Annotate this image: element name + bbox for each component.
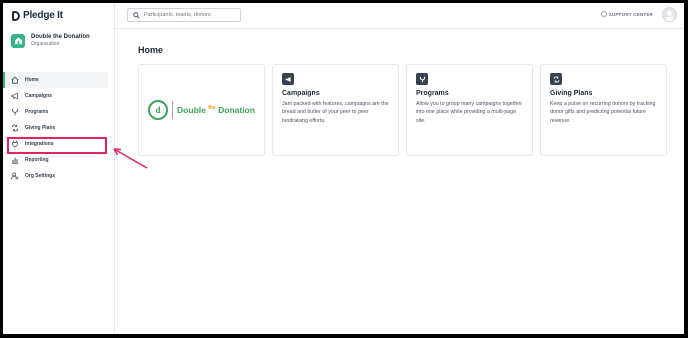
user-avatar[interactable] <box>662 7 677 22</box>
sidebar-item-programs[interactable]: Programs <box>3 104 115 120</box>
search-box[interactable] <box>127 8 241 22</box>
logo-word-1: Double <box>177 105 206 115</box>
integrations-highlight-annotation <box>7 137 107 154</box>
sidebar-item-label: Home <box>25 77 39 83</box>
branch-icon <box>416 73 428 85</box>
sidebar-item-label: Reporting <box>25 157 49 163</box>
annotation-arrow-icon <box>113 148 148 169</box>
app-brand: Pledge It <box>23 10 63 21</box>
sidebar-nav: Home Campaigns Programs Giving Plans Int… <box>3 72 115 184</box>
pledge-it-logo-icon <box>12 10 20 21</box>
lifebuoy-icon <box>600 11 607 17</box>
user-settings-icon <box>11 172 19 180</box>
card-description: Jam packed with features, campaigns are … <box>282 101 389 124</box>
sidebar-item-label: Giving Plans <box>25 125 56 131</box>
card-grid: d Double the Donation Campaigns Jam pack… <box>138 64 667 156</box>
megaphone-icon <box>11 92 19 100</box>
logo-mark: d <box>148 100 169 120</box>
support-center-label: SUPPORT CENTER <box>608 11 653 17</box>
sidebar-item-org-settings[interactable]: Org Settings <box>3 168 115 184</box>
sidebar-item-label: Programs <box>25 109 49 115</box>
double-the-donation-logo: d Double the Donation <box>139 65 264 155</box>
org-home-icon <box>11 33 25 48</box>
topbar: SUPPORT CENTER <box>115 3 684 29</box>
giving-plans-card[interactable]: Giving Plans Keep a pulse on recurring d… <box>540 64 667 156</box>
repeat-icon <box>11 124 19 132</box>
org-role: Organization <box>31 41 60 47</box>
programs-card[interactable]: Programs Allow you to group many campaig… <box>406 64 533 156</box>
sidebar-item-home[interactable]: Home <box>3 72 108 88</box>
sidebar-item-reporting[interactable]: Reporting <box>3 152 115 168</box>
app-logo[interactable]: Pledge It <box>12 10 63 21</box>
branch-icon <box>11 108 19 116</box>
chart-icon <box>11 156 19 164</box>
card-description: Allow you to group many campaigns togeth… <box>416 101 522 124</box>
megaphone-icon <box>282 73 294 85</box>
card-description: Keep a pulse on recurring donors by trac… <box>550 101 656 124</box>
sidebar-item-giving-plans[interactable]: Giving Plans <box>3 120 115 136</box>
sidebar-item-label: Campaigns <box>25 93 52 99</box>
card-title: Programs <box>416 90 449 97</box>
support-center-link[interactable]: SUPPORT CENTER <box>600 11 653 17</box>
campaigns-card[interactable]: Campaigns Jam packed with features, camp… <box>272 64 399 156</box>
sidebar-item-campaigns[interactable]: Campaigns <box>3 88 115 104</box>
logo-wordmark: Double the Donation <box>177 105 255 115</box>
page-title: Home <box>138 45 164 55</box>
org-switcher[interactable]: Double the Donation Organization <box>11 33 90 48</box>
search-icon <box>133 11 140 19</box>
sidebar: Pledge It Double the Donation Organizati… <box>3 3 115 334</box>
logo-word-the: the <box>208 105 216 111</box>
sidebar-item-label: Org Settings <box>25 173 56 179</box>
search-input[interactable] <box>144 12 234 18</box>
app-window: Pledge It Double the Donation Organizati… <box>3 3 684 334</box>
org-name: Double the Donation <box>31 34 90 40</box>
org-logo-card: d Double the Donation <box>138 64 265 156</box>
home-icon <box>11 76 19 84</box>
card-title: Giving Plans <box>550 90 593 97</box>
logo-word-2: Donation <box>218 105 255 115</box>
repeat-icon <box>550 73 562 85</box>
logo-divider <box>172 101 174 119</box>
card-title: Campaigns <box>282 90 320 97</box>
main-content: Home d Double the Donation Campaigns Jam… <box>115 29 684 334</box>
